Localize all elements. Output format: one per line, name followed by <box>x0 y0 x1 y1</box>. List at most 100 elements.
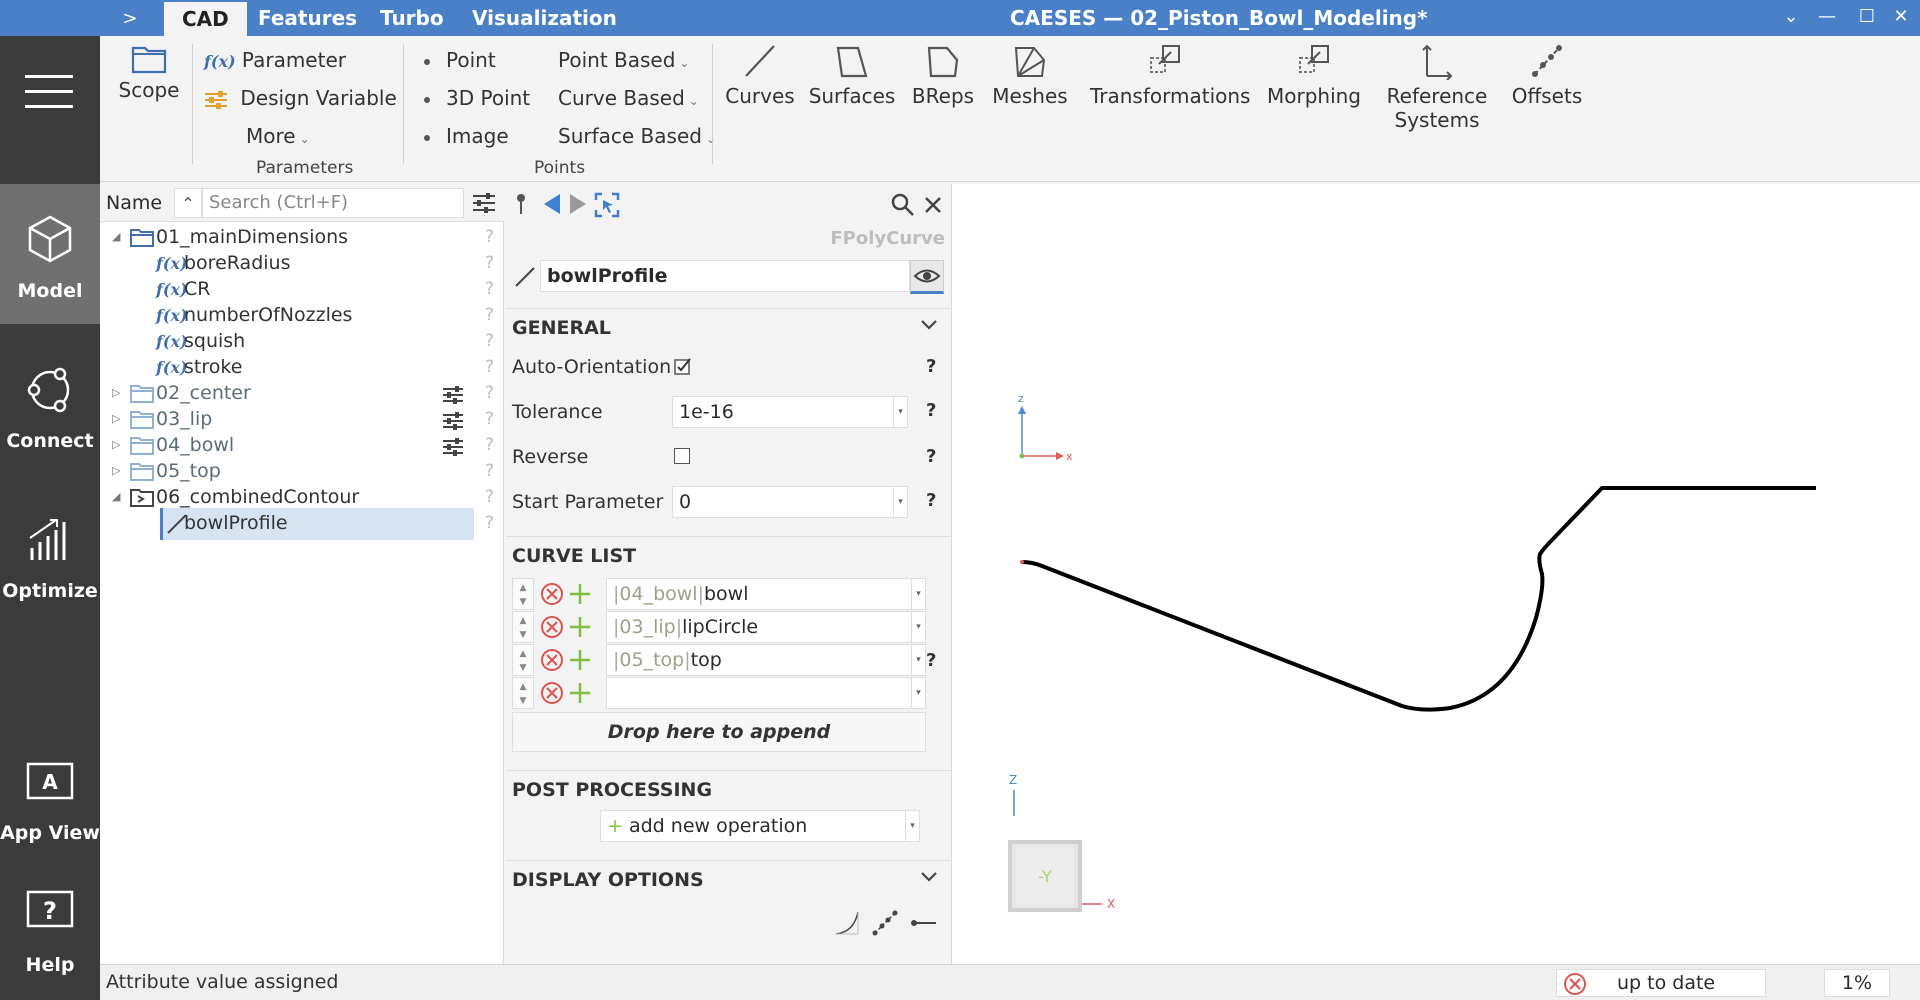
help-icon[interactable]: ? <box>485 435 494 455</box>
reorder-handle-icon[interactable]: ▲ ▼ <box>512 644 534 676</box>
update-state-indicator[interactable]: up to date <box>1556 969 1766 997</box>
surfaces-button[interactable]: Surfaces <box>806 42 898 108</box>
help-icon[interactable]: ? <box>926 490 936 511</box>
back-arrow-icon[interactable] <box>542 192 562 216</box>
tree-item-bowlprofile[interactable]: bowlProfile ? <box>100 508 504 540</box>
help-icon[interactable]: ? <box>485 409 494 429</box>
tab-visualization[interactable]: Visualization <box>472 0 617 36</box>
object-name-input[interactable]: bowlProfile <box>540 260 910 292</box>
expanded-arrow-icon[interactable]: ◢ <box>112 490 120 503</box>
image-button[interactable]: Image <box>424 124 509 148</box>
help-icon[interactable]: ? <box>485 461 494 481</box>
collapsed-arrow-icon[interactable]: ▷ <box>112 464 120 477</box>
maximize-icon[interactable]: ☐ <box>1852 0 1882 36</box>
help-icon[interactable]: ? <box>485 357 494 377</box>
add-icon[interactable] <box>568 615 592 639</box>
3d-viewport[interactable]: z x Z X -Y <box>952 184 1920 964</box>
end-point-icon[interactable] <box>910 910 938 936</box>
dropdown-arrow-icon[interactable]: ▾ <box>911 612 925 642</box>
point-based-dropdown[interactable]: Point Based ⌄ <box>558 48 689 72</box>
nav-connect[interactable]: Connect <box>0 334 100 474</box>
control-points-icon[interactable] <box>872 910 898 936</box>
reference-systems-button[interactable]: Reference Systems <box>1382 42 1492 132</box>
drop-zone[interactable]: Drop here to append <box>512 712 926 752</box>
collapsed-arrow-icon[interactable]: ▷ <box>112 386 120 399</box>
collapsed-arrow-icon[interactable]: ▷ <box>112 412 120 425</box>
help-icon[interactable]: ? <box>485 305 494 325</box>
remove-icon[interactable] <box>540 582 564 606</box>
dropdown-arrow-icon[interactable]: ▾ <box>893 487 907 517</box>
curve-reference-field[interactable]: |03_lip|lipCircle ▾ <box>606 611 926 643</box>
help-icon[interactable]: ? <box>926 446 936 467</box>
nav-help[interactable]: ? Help <box>0 858 100 998</box>
chevron-down-icon[interactable]: ⌄ <box>1776 0 1806 36</box>
chevron-down-icon[interactable] <box>920 319 938 331</box>
expand-sidebar-icon[interactable]: > <box>100 0 160 36</box>
add-icon[interactable] <box>568 582 592 606</box>
section-display-options[interactable]: DISPLAY OPTIONS <box>506 860 952 900</box>
add-operation-dropdown[interactable]: + add new operation ▾ <box>600 810 920 842</box>
help-icon[interactable]: ? <box>485 279 494 299</box>
dropdown-arrow-icon[interactable]: ▾ <box>911 678 925 708</box>
reorder-handle-icon[interactable]: ▲ ▼ <box>512 611 534 643</box>
close-icon[interactable] <box>924 196 942 214</box>
curve-reference-field[interactable]: |05_top|top ▾ <box>606 644 926 676</box>
visibility-toggle-button[interactable] <box>910 260 944 294</box>
curve-display-icon[interactable] <box>834 910 860 936</box>
help-icon[interactable]: ? <box>926 356 936 377</box>
pin-icon[interactable] <box>514 192 528 216</box>
view-cube[interactable]: Z X -Y <box>1008 773 1115 912</box>
bowl-profile-curve[interactable] <box>1021 486 1816 712</box>
reorder-handle-icon[interactable]: ▲ ▼ <box>512 677 534 709</box>
nav-model[interactable]: Model <box>0 184 100 324</box>
transformations-button[interactable]: Transformations <box>1090 42 1250 108</box>
surface-based-dropdown[interactable]: Surface Based ⌄ <box>558 124 716 148</box>
expanded-arrow-icon[interactable]: ◢ <box>112 230 120 243</box>
start-parameter-input[interactable]: 0 ▾ <box>672 486 908 518</box>
dropdown-arrow-icon[interactable]: ▾ <box>905 811 919 841</box>
dropdown-arrow-icon[interactable]: ▾ <box>893 397 907 427</box>
scope-button[interactable]: Scope <box>114 42 184 102</box>
breps-button[interactable]: BReps <box>908 42 978 108</box>
nav-app-view[interactable]: A App View <box>0 726 100 866</box>
help-icon[interactable]: ? <box>485 253 494 273</box>
auto-orientation-checkbox[interactable] <box>674 358 692 376</box>
help-icon[interactable]: ? <box>926 650 936 671</box>
curve-reference-field[interactable]: |04_bowl|bowl ▾ <box>606 578 926 610</box>
minimize-icon[interactable]: — <box>1812 0 1842 36</box>
section-general[interactable]: GENERAL <box>506 308 952 348</box>
tab-turbo[interactable]: Turbo <box>380 0 444 36</box>
curves-button[interactable]: Curves <box>722 42 798 108</box>
filter-sliders-icon[interactable] <box>472 192 496 214</box>
dropdown-arrow-icon[interactable]: ▾ <box>911 579 925 609</box>
design-variable-button[interactable]: Design Variable <box>204 86 397 110</box>
curve-reference-field-empty[interactable]: ▾ <box>606 677 926 709</box>
help-icon[interactable]: ? <box>485 383 494 403</box>
reverse-checkbox[interactable] <box>674 448 690 464</box>
close-icon[interactable]: ✕ <box>1886 0 1916 36</box>
add-icon[interactable] <box>568 681 592 705</box>
add-icon[interactable] <box>568 648 592 672</box>
meshes-button[interactable]: Meshes <box>988 42 1072 108</box>
collapsed-arrow-icon[interactable]: ▷ <box>112 438 120 451</box>
help-icon[interactable]: ? <box>485 487 494 507</box>
offsets-button[interactable]: Offsets <box>1502 42 1592 108</box>
tab-cad[interactable]: CAD <box>164 2 247 36</box>
parameter-button[interactable]: f(x) Parameter <box>204 48 346 72</box>
help-icon[interactable]: ? <box>485 227 494 247</box>
search-icon[interactable] <box>890 192 916 218</box>
dropdown-arrow-icon[interactable]: ▾ <box>911 645 925 675</box>
tree-search-input[interactable]: Search (Ctrl+F) <box>202 188 464 218</box>
nav-optimize[interactable]: Optimize <box>0 484 100 624</box>
morphing-button[interactable]: Morphing <box>1264 42 1364 108</box>
menu-icon[interactable] <box>25 75 73 120</box>
tab-features[interactable]: Features <box>258 0 357 36</box>
help-icon[interactable]: ? <box>926 400 936 421</box>
forward-arrow-icon[interactable] <box>568 192 588 216</box>
tree-name-header[interactable]: Name <box>106 192 162 214</box>
help-icon[interactable]: ? <box>485 331 494 351</box>
chevron-down-icon[interactable] <box>920 871 938 883</box>
tolerance-input[interactable]: 1e-16 ▾ <box>672 396 908 428</box>
viewport-canvas[interactable]: z x Z X -Y <box>952 184 1920 964</box>
more-dropdown[interactable]: More ⌄ <box>246 124 310 148</box>
